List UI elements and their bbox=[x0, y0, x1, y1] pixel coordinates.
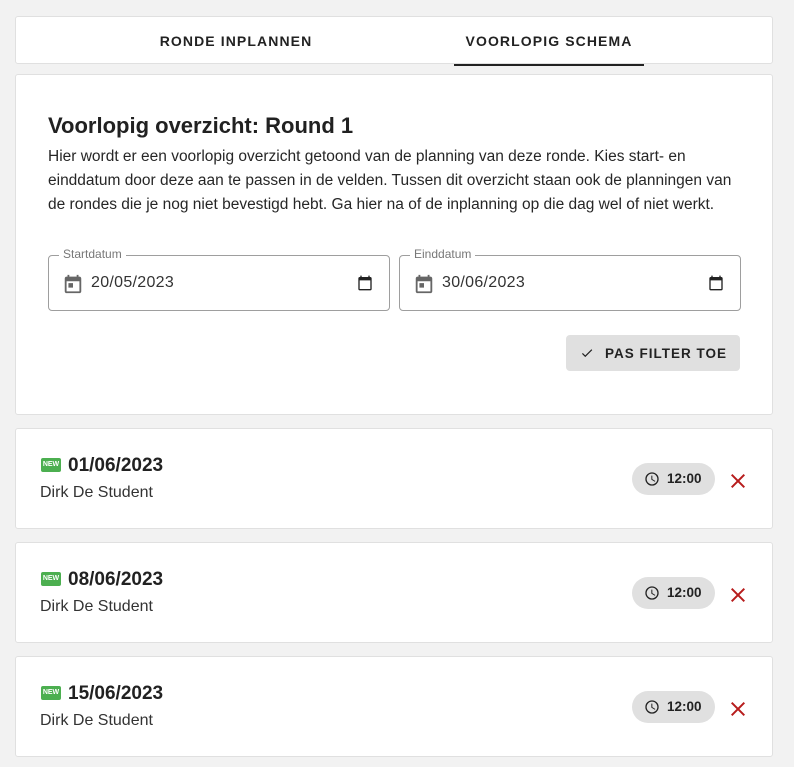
date-picker-icon[interactable] bbox=[357, 275, 373, 296]
list-item: NEW 08/06/2023 Dirk De Student 12:00 bbox=[15, 542, 773, 643]
time-value: 12:00 bbox=[667, 585, 702, 600]
tab-ronde-inplannen[interactable]: RONDE INPLANNEN bbox=[146, 17, 326, 65]
tab-bar: RONDE INPLANNEN VOORLOPIG SCHEMA bbox=[15, 16, 773, 66]
new-icon: NEW bbox=[41, 458, 61, 472]
item-date: 01/06/2023 bbox=[68, 455, 164, 476]
time-chip[interactable]: 12:00 bbox=[632, 463, 715, 495]
end-date-value[interactable]: 30/06/2023 bbox=[442, 274, 525, 292]
end-date-field[interactable]: Einddatum 30/06/2023 bbox=[399, 247, 741, 311]
time-chip[interactable]: 12:00 bbox=[632, 577, 715, 609]
item-date: 08/06/2023 bbox=[68, 569, 164, 590]
new-icon: NEW bbox=[41, 686, 61, 700]
item-student: Dirk De Student bbox=[40, 484, 153, 501]
start-date-field[interactable]: Startdatum 20/05/2023 bbox=[48, 247, 390, 311]
item-date: 15/06/2023 bbox=[68, 683, 164, 704]
item-student: Dirk De Student bbox=[40, 598, 153, 615]
overview-description: Hier wordt er een voorlopig overzicht ge… bbox=[48, 148, 732, 213]
overview-card: Voorlopig overzicht: Round 1 Hier wordt … bbox=[15, 74, 773, 415]
time-chip[interactable]: 12:00 bbox=[632, 691, 715, 723]
calendar-icon bbox=[62, 273, 84, 300]
time-value: 12:00 bbox=[667, 699, 702, 714]
new-icon: NEW bbox=[41, 572, 61, 586]
close-icon[interactable] bbox=[726, 583, 750, 607]
page-title: Voorlopig overzicht: Round 1 bbox=[48, 113, 354, 138]
calendar-icon bbox=[413, 273, 435, 300]
item-student: Dirk De Student bbox=[40, 712, 153, 729]
list-item: NEW 15/06/2023 Dirk De Student 12:00 bbox=[15, 656, 773, 757]
start-date-label: Startdatum bbox=[59, 247, 126, 261]
list-item: NEW 01/06/2023 Dirk De Student 12:00 bbox=[15, 428, 773, 529]
close-icon[interactable] bbox=[726, 697, 750, 721]
start-date-value[interactable]: 20/05/2023 bbox=[91, 274, 174, 292]
end-date-label: Einddatum bbox=[410, 247, 476, 261]
tab-voorlopig-schema[interactable]: VOORLOPIG SCHEMA bbox=[454, 17, 644, 66]
clock-icon bbox=[644, 699, 660, 720]
clock-icon bbox=[644, 585, 660, 606]
apply-filter-button[interactable]: PAS FILTER TOE bbox=[566, 335, 740, 371]
close-icon[interactable] bbox=[726, 469, 750, 493]
time-value: 12:00 bbox=[667, 471, 702, 486]
clock-icon bbox=[644, 471, 660, 492]
check-icon bbox=[579, 346, 595, 363]
apply-filter-label: PAS FILTER TOE bbox=[605, 346, 728, 361]
date-picker-icon[interactable] bbox=[708, 275, 724, 296]
